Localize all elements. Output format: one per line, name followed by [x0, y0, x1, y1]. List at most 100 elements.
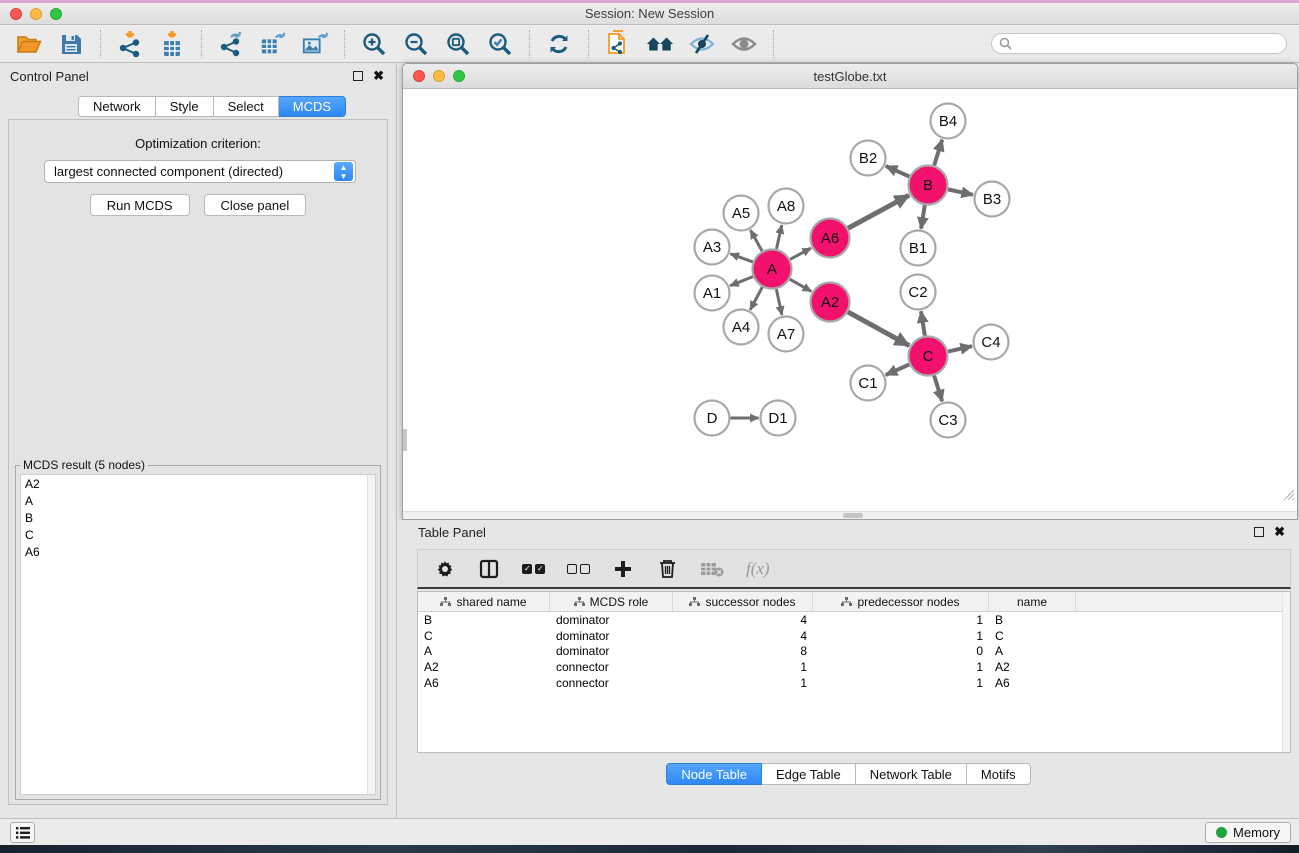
cell-MCDS-role[interactable]: connector: [550, 660, 673, 674]
mcds-result-list[interactable]: A2ABCA6: [20, 474, 376, 795]
tab-network-table[interactable]: Network Table: [856, 763, 967, 785]
export-image-icon[interactable]: [301, 30, 329, 58]
mcds-result-item[interactable]: C: [21, 526, 375, 543]
cell-shared-name[interactable]: A: [418, 644, 550, 658]
open-session-icon[interactable]: [15, 30, 43, 58]
function-builder-icon[interactable]: f(x): [746, 559, 770, 579]
cell-shared-name[interactable]: A2: [418, 660, 550, 674]
optimization-criterion-dropdown[interactable]: largest connected component (directed) ▲…: [44, 160, 356, 183]
table-float-panel-icon[interactable]: [1254, 527, 1264, 537]
search-box[interactable]: [991, 33, 1287, 54]
node-table[interactable]: shared nameMCDS rolesuccessor nodesprede…: [417, 591, 1291, 753]
cell-MCDS-role[interactable]: dominator: [550, 629, 673, 643]
cell-successor-nodes[interactable]: 4: [673, 613, 813, 627]
cell-name[interactable]: A2: [989, 660, 1076, 674]
search-input[interactable]: [1017, 37, 1277, 51]
cell-predecessor-nodes[interactable]: 1: [813, 629, 989, 643]
zoom-in-icon[interactable]: [360, 30, 388, 58]
zoom-fit-icon[interactable]: [444, 30, 472, 58]
cell-predecessor-nodes[interactable]: 0: [813, 644, 989, 658]
refresh-icon[interactable]: [545, 30, 573, 58]
network-graph[interactable]: B4B2BB3A5A8A6B1A3AC2A1A2A4A7C4CC1C3DD1: [403, 89, 1297, 513]
cell-name[interactable]: A: [989, 644, 1076, 658]
cell-successor-nodes[interactable]: 1: [673, 660, 813, 674]
tab-network[interactable]: Network: [78, 96, 156, 117]
column-header-shared-name[interactable]: shared name: [418, 592, 550, 611]
result-list-scrollbar[interactable]: [367, 475, 375, 794]
cell-name[interactable]: A6: [989, 676, 1076, 690]
close-panel-button[interactable]: Close panel: [204, 194, 307, 216]
cell-MCDS-role[interactable]: dominator: [550, 644, 673, 658]
column-layout-icon[interactable]: [478, 557, 500, 581]
table-row[interactable]: Adominator80A: [418, 644, 1290, 660]
edge-A2-C[interactable]: [848, 312, 909, 346]
column-header-successor-nodes[interactable]: successor nodes: [673, 592, 813, 611]
network-window-titlebar[interactable]: testGlobe.txt: [403, 64, 1297, 89]
tab-style[interactable]: Style: [156, 96, 214, 117]
export-network-icon[interactable]: [217, 30, 245, 58]
tab-edge-table[interactable]: Edge Table: [762, 763, 856, 785]
mcds-result-item[interactable]: A2: [21, 475, 375, 492]
edge-A-A4[interactable]: [750, 287, 762, 310]
delete-table-icon[interactable]: [700, 557, 724, 581]
delete-icon[interactable]: [656, 557, 678, 581]
mcds-result-item[interactable]: A: [21, 492, 375, 509]
new-session-from-network-icon[interactable]: [604, 30, 632, 58]
table-row[interactable]: A6connector11A6: [418, 675, 1290, 691]
column-header-predecessor-nodes[interactable]: predecessor nodes: [813, 592, 989, 611]
cell-predecessor-nodes[interactable]: 1: [813, 613, 989, 627]
tab-mcds[interactable]: MCDS: [279, 96, 346, 117]
cell-predecessor-nodes[interactable]: 1: [813, 660, 989, 674]
zoom-out-icon[interactable]: [402, 30, 430, 58]
edge-B-B4[interactable]: [934, 140, 942, 166]
cell-shared-name[interactable]: C: [418, 629, 550, 643]
edge-A-A7[interactable]: [776, 289, 782, 315]
close-panel-icon[interactable]: ✖: [373, 71, 384, 81]
gear-icon[interactable]: [434, 557, 456, 581]
cell-shared-name[interactable]: A6: [418, 676, 550, 690]
table-row[interactable]: A2connector11A2: [418, 659, 1290, 675]
tab-motifs[interactable]: Motifs: [967, 763, 1031, 785]
edge-A-A3[interactable]: [730, 254, 752, 262]
scrollbar-thumb[interactable]: [843, 513, 863, 518]
edge-A-A6[interactable]: [790, 248, 811, 259]
add-column-icon[interactable]: [612, 557, 634, 581]
column-header-name[interactable]: name: [989, 592, 1076, 611]
cell-predecessor-nodes[interactable]: 1: [813, 676, 989, 690]
tab-node-table[interactable]: Node Table: [666, 763, 762, 785]
show-eye-icon[interactable]: [730, 30, 758, 58]
export-table-icon[interactable]: [259, 30, 287, 58]
zoom-selected-icon[interactable]: [486, 30, 514, 58]
edge-C-C4[interactable]: [948, 346, 972, 351]
edge-A-A2[interactable]: [790, 279, 811, 291]
table-row[interactable]: Cdominator41C: [418, 628, 1290, 644]
table-close-panel-icon[interactable]: ✖: [1274, 527, 1285, 537]
edge-B-B1[interactable]: [921, 205, 925, 228]
network-canvas[interactable]: B4B2BB3A5A8A6B1A3AC2A1A2A4A7C4CC1C3DD1: [403, 89, 1297, 511]
table-row[interactable]: Bdominator41B: [418, 612, 1290, 628]
mcds-result-item[interactable]: B: [21, 509, 375, 526]
cell-successor-nodes[interactable]: 8: [673, 644, 813, 658]
cell-successor-nodes[interactable]: 1: [673, 676, 813, 690]
task-history-button[interactable]: [10, 822, 35, 843]
cell-shared-name[interactable]: B: [418, 613, 550, 627]
edge-B-B2[interactable]: [886, 166, 910, 177]
network-horizontal-scrollbar[interactable]: [403, 511, 1297, 519]
column-header-MCDS-role[interactable]: MCDS role: [550, 592, 673, 611]
edge-C-C3[interactable]: [934, 376, 942, 402]
edge-A-A1[interactable]: [730, 277, 753, 286]
edge-B-B3[interactable]: [948, 189, 973, 194]
cell-MCDS-role[interactable]: dominator: [550, 613, 673, 627]
mcds-result-item[interactable]: A6: [21, 543, 375, 560]
select-all-icon[interactable]: [522, 557, 545, 581]
edge-A6-B[interactable]: [848, 195, 909, 228]
edge-A-A8[interactable]: [776, 225, 781, 249]
tab-select[interactable]: Select: [214, 96, 279, 117]
table-vertical-scrollbar[interactable]: [1282, 592, 1290, 752]
float-panel-icon[interactable]: [353, 71, 363, 81]
edge-C-C2[interactable]: [921, 311, 925, 335]
run-mcds-button[interactable]: Run MCDS: [90, 194, 190, 216]
hide-panels-icon[interactable]: [688, 30, 716, 58]
memory-button[interactable]: Memory: [1205, 822, 1291, 843]
home-icon[interactable]: [646, 30, 674, 58]
